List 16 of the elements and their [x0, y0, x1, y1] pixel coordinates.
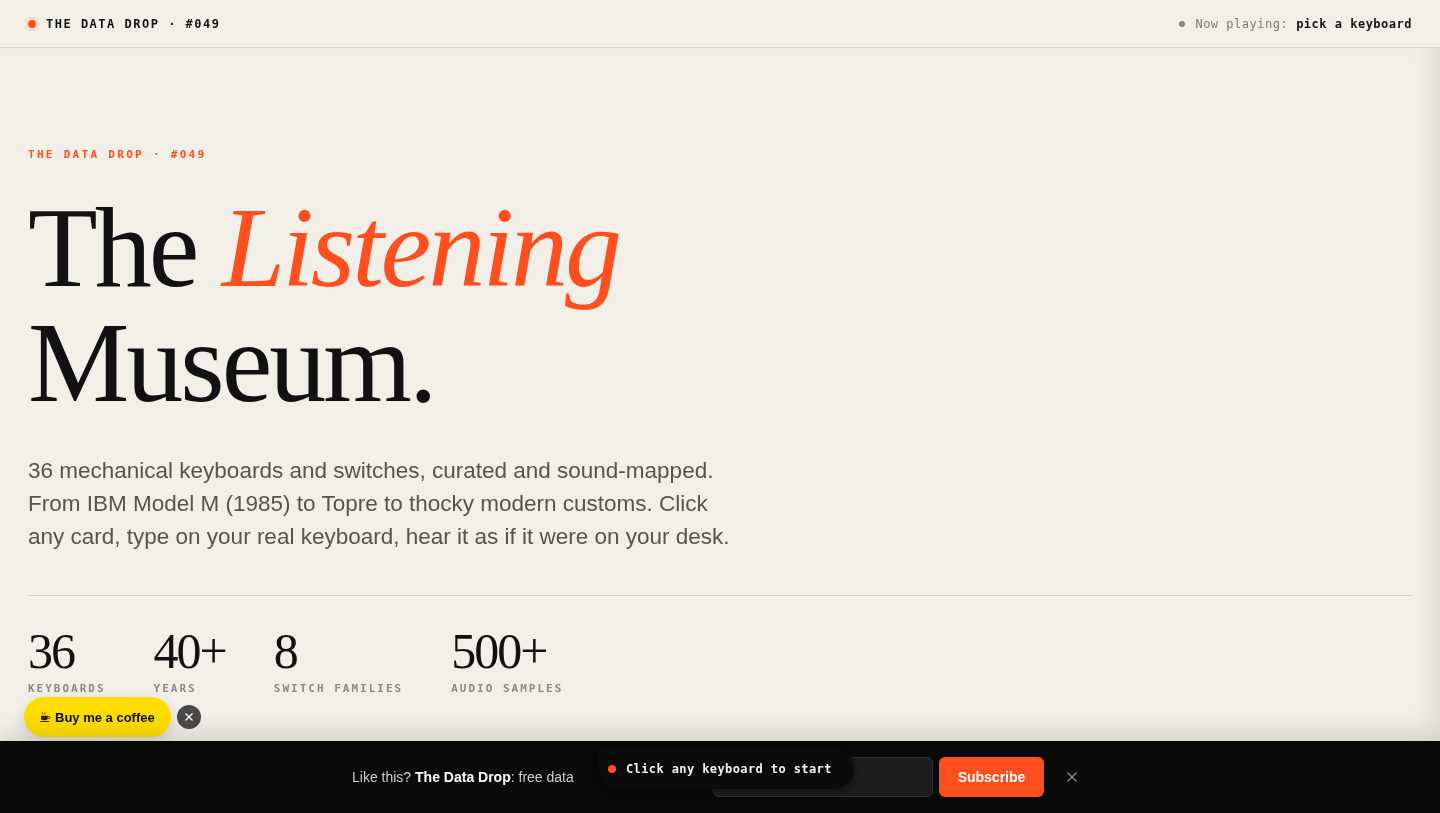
stat-value: 36 [28, 626, 76, 676]
brand-name: THE DATA DROP · #049 [46, 16, 221, 31]
newsletter-promo-text: Like this? The Data Drop: free data [352, 769, 574, 785]
stat-label: KEYBOARDS [28, 682, 106, 695]
toast-message: Click any keyboard to start [626, 761, 832, 776]
stat-label: SWITCH FAMILIES [273, 682, 404, 695]
stat-label: YEARS [153, 682, 198, 695]
intro-paragraph: 36 mechanical keyboards and switches, curated and sound-mapped. From IBM Model M (1985) to Topre to thocky modern customs. Click any card, type on your real keyboard, hear it as if it were on your desk. [28, 457, 731, 551]
eyebrow-label: THE DATA DROP · #049 [28, 148, 207, 162]
page-title: The Listening Museum. [28, 190, 621, 420]
stat-value: 500+ [451, 626, 548, 676]
now-playing-label: Now playing: [1195, 16, 1289, 31]
stat-value: 40+ [153, 626, 226, 676]
stat-value: 8 [273, 626, 298, 676]
stat-label: AUDIO SAMPLES [451, 682, 564, 695]
now-playing-value: pick a keyboard [1296, 16, 1412, 31]
